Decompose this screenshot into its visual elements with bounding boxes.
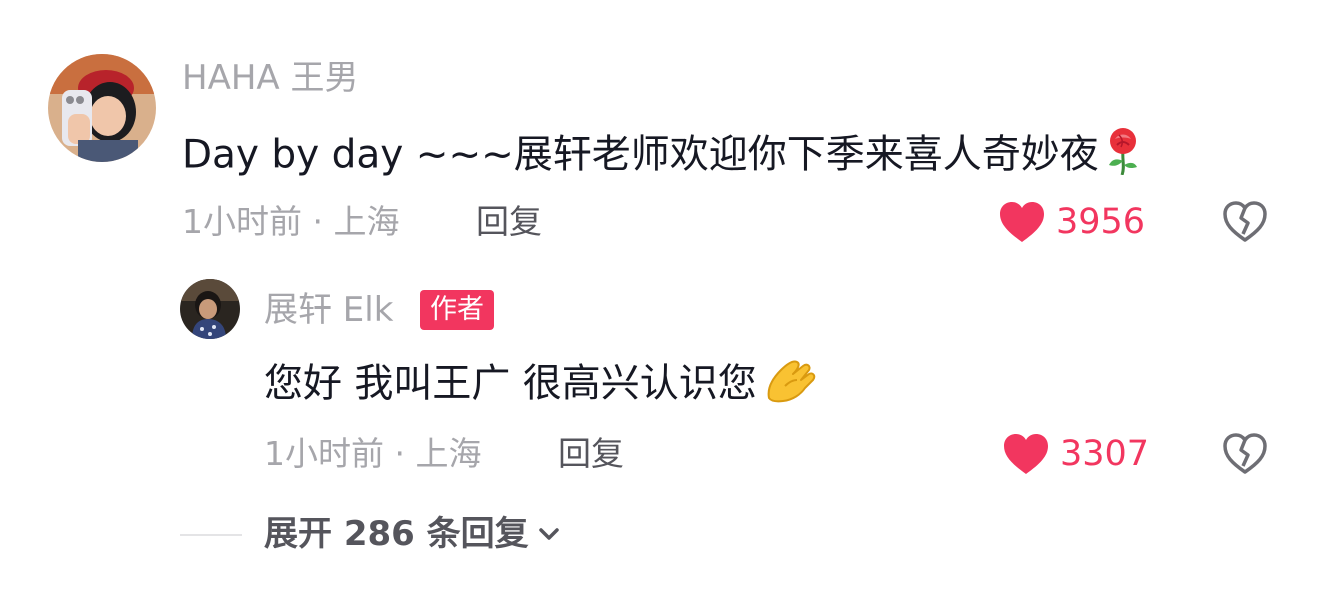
heart-icon (1000, 202, 1044, 242)
expand-replies-button[interactable]: 展开 286 条回复 (264, 514, 561, 554)
like-count: 3956 (1056, 202, 1146, 242)
reply-like-button[interactable]: 3307 (1002, 430, 1149, 478)
reply-to-author-button[interactable]: 回复 (558, 434, 624, 474)
like-button[interactable]: 3956 (998, 198, 1145, 246)
reply-dislike-button[interactable] (1221, 430, 1269, 478)
commenter-username[interactable]: HAHA 王男 (182, 58, 358, 98)
reply-button[interactable]: 回复 (476, 202, 542, 242)
comment-timestamp-location: 1小时前 · 上海 (182, 202, 400, 241)
chevron-down-icon (538, 528, 559, 540)
commenter-avatar[interactable] (48, 54, 156, 162)
hand-emoji-icon (763, 356, 821, 416)
rose-emoji-icon (1105, 127, 1141, 187)
reply-timestamp-location: 1小时前 · 上海 (264, 434, 482, 473)
author-avatar[interactable] (180, 279, 240, 339)
expand-replies-label: 展开 286 条回复 (264, 514, 529, 554)
broken-heart-icon (1223, 201, 1267, 242)
expand-divider (180, 534, 242, 536)
dislike-button[interactable] (1221, 198, 1269, 246)
comment-text: Day by day ~~~展轩老师欢迎你下季来喜人奇妙夜 (182, 127, 1141, 187)
reply-like-count: 3307 (1060, 434, 1150, 474)
heart-icon (1004, 434, 1048, 474)
reply-text: 您好 我叫王广 很高兴认识您 (264, 356, 821, 416)
broken-heart-icon (1223, 433, 1267, 474)
author-badge: 作者 (420, 290, 494, 330)
author-username[interactable]: 展轩 Elk (264, 290, 393, 330)
